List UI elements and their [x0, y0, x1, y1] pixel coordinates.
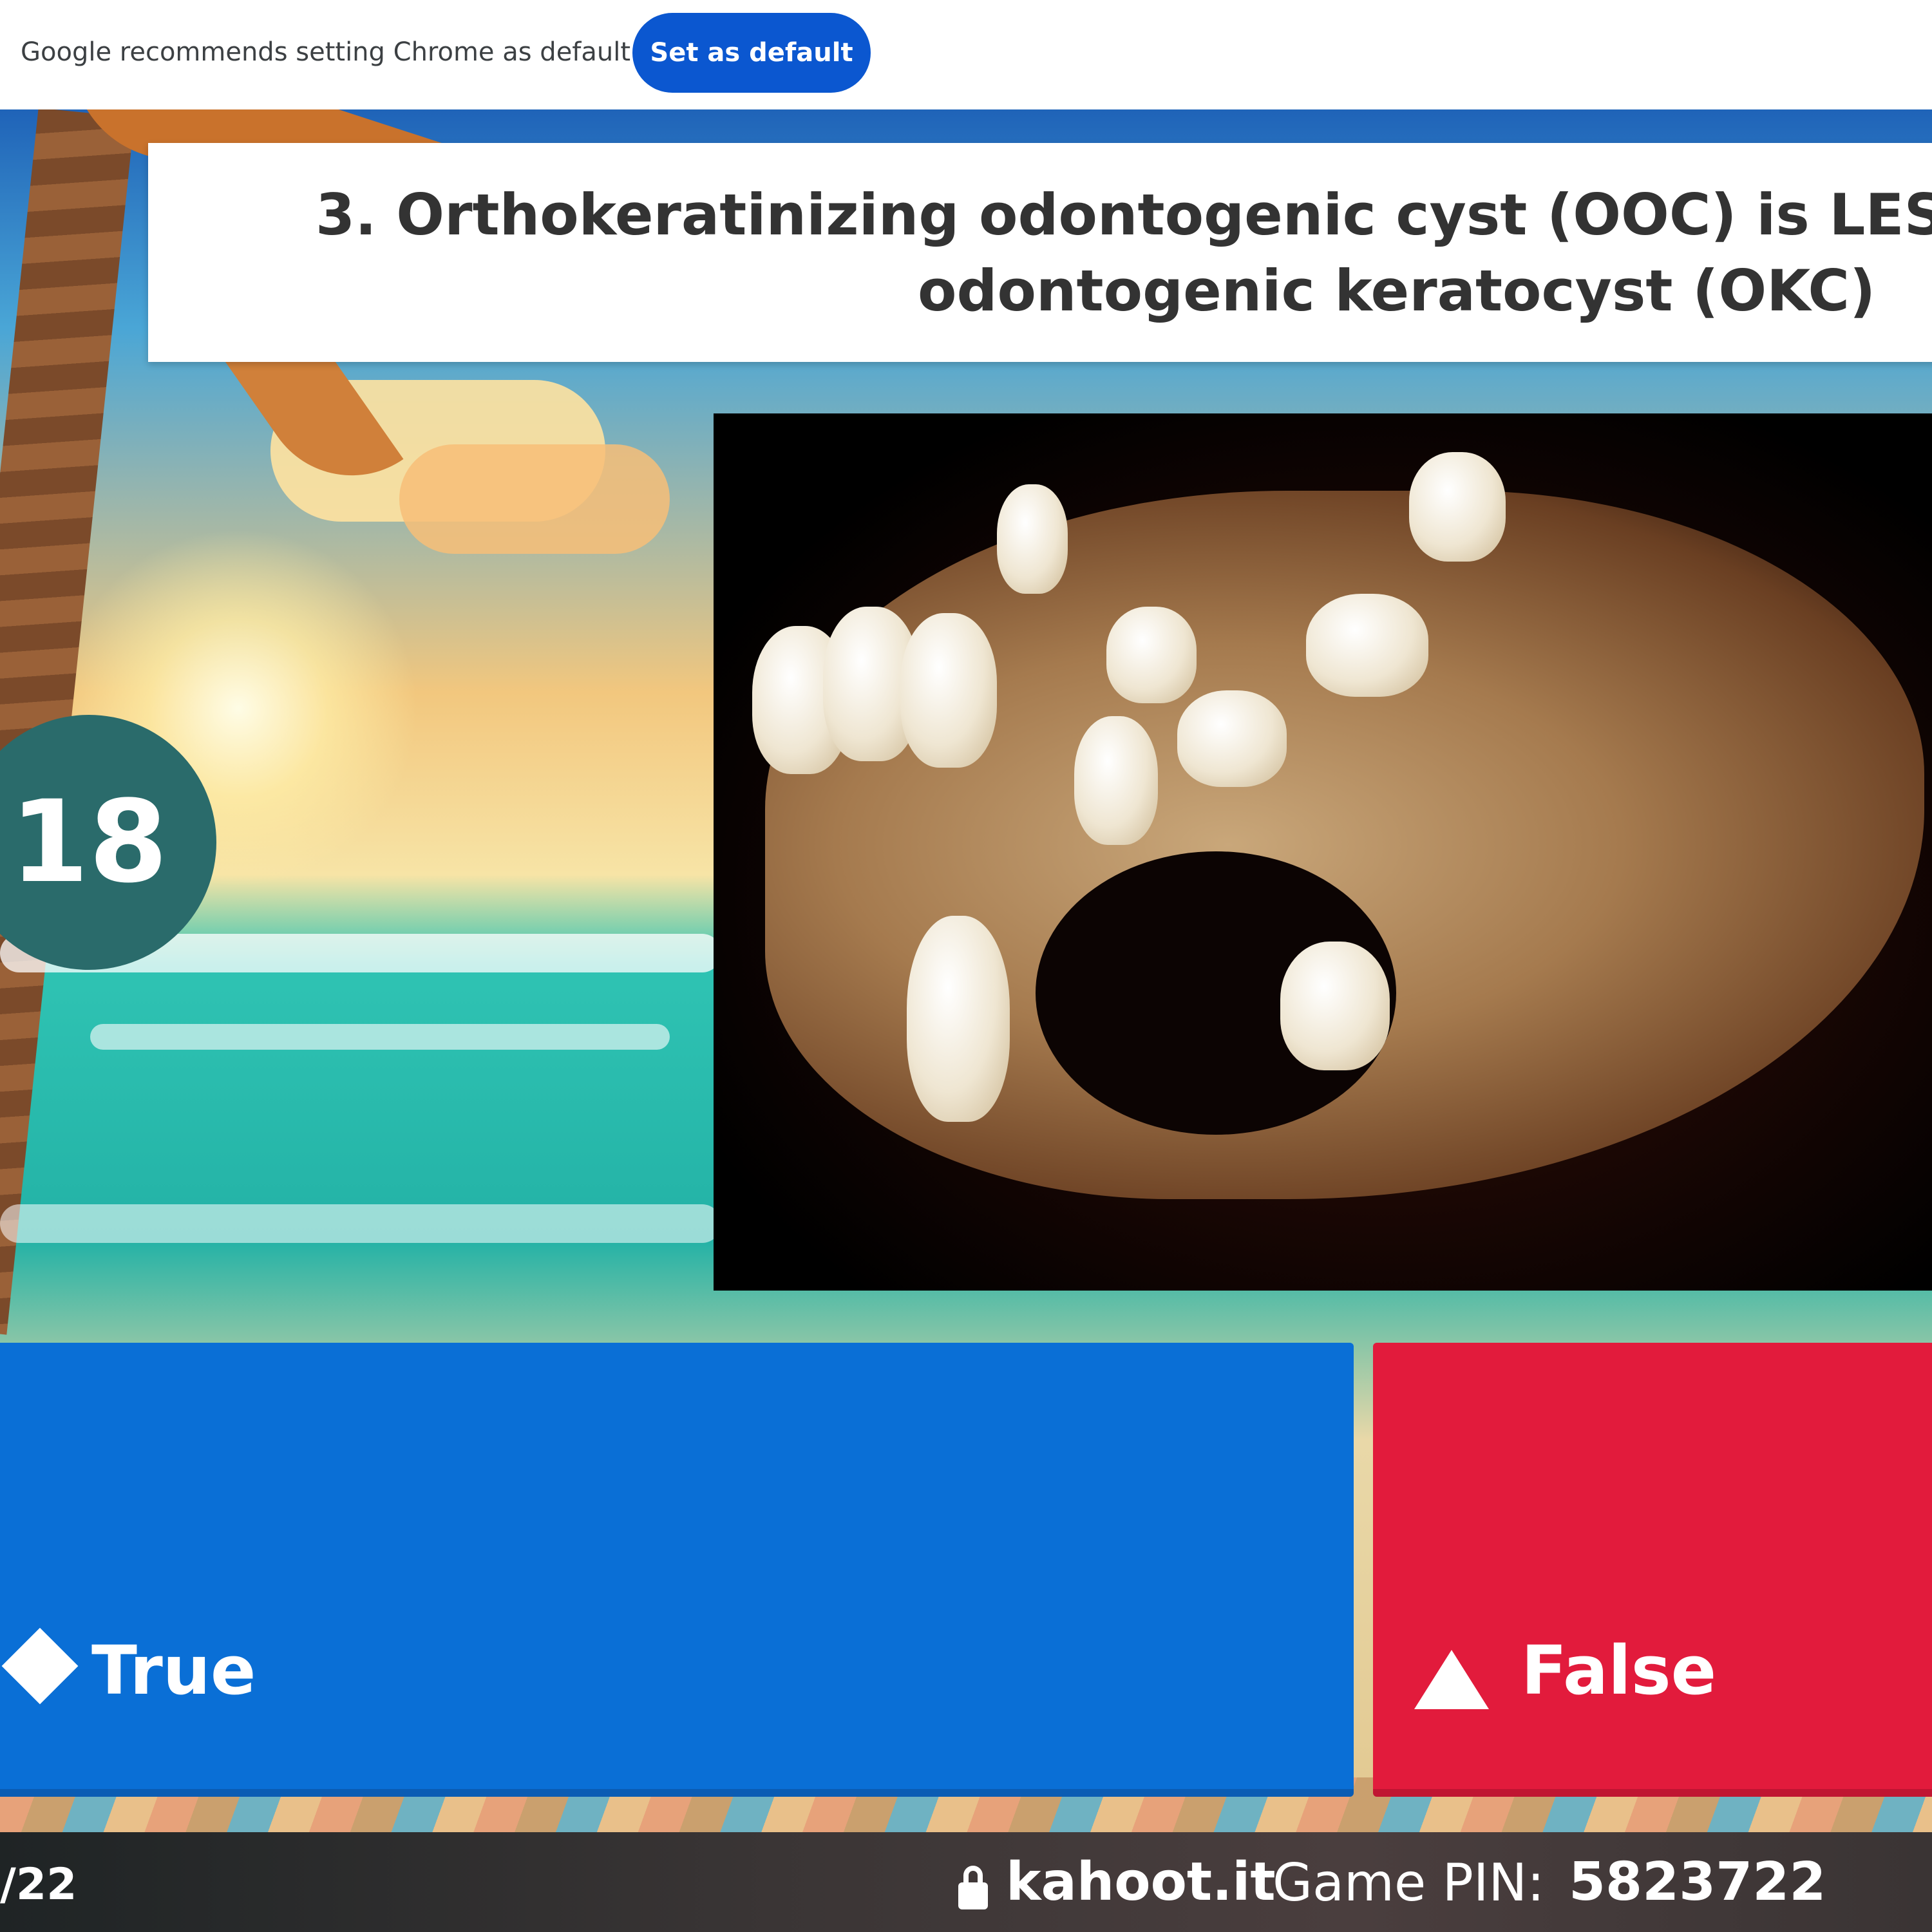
- tooth: [1280, 942, 1390, 1070]
- question-counter: /22: [0, 1859, 77, 1910]
- tooth: [907, 916, 1010, 1122]
- game-pin-label: Game PIN:: [1273, 1853, 1545, 1913]
- answer-true-label: True: [91, 1631, 256, 1710]
- tooth: [1074, 716, 1158, 845]
- kahoot-url: kahoot.it: [1006, 1852, 1276, 1913]
- question-text-line1: 3. Orthokeratinizing odontogenic cyst (O…: [316, 182, 1932, 248]
- question-text-line2: odontogenic keratocyst (OKC): [918, 258, 1876, 324]
- question-banner: 3. Orthokeratinizing odontogenic cyst (O…: [148, 143, 1932, 362]
- answer-false-button[interactable]: [1373, 1343, 1932, 1797]
- set-as-default-button[interactable]: Set as default: [632, 13, 871, 93]
- question-image: [714, 413, 1932, 1291]
- tooth: [1177, 690, 1287, 787]
- background-cloud: [399, 444, 670, 554]
- timer-value: 18: [10, 776, 168, 908]
- tooth: [1106, 607, 1197, 703]
- answer-true-button[interactable]: [0, 1343, 1354, 1797]
- chrome-default-infobar: Google recommends setting Chrome as defa…: [0, 0, 1932, 110]
- tooth: [997, 484, 1068, 594]
- game-stage: 3. Orthokeratinizing odontogenic cyst (O…: [0, 109, 1932, 1932]
- background-wave: [90, 1024, 670, 1050]
- triangle-icon: [1414, 1650, 1489, 1709]
- lock-icon: [958, 1866, 988, 1909]
- infobar-message: Google recommends setting Chrome as defa…: [21, 37, 631, 67]
- answer-false-label: False: [1521, 1631, 1717, 1710]
- background-shore: [0, 1204, 721, 1243]
- tooth: [1409, 452, 1506, 562]
- tooth: [1306, 594, 1428, 697]
- game-pin-value: 5823722: [1569, 1852, 1826, 1913]
- game-footer: /22 kahoot.it Game PIN: 5823722: [0, 1832, 1932, 1932]
- tooth: [900, 613, 997, 768]
